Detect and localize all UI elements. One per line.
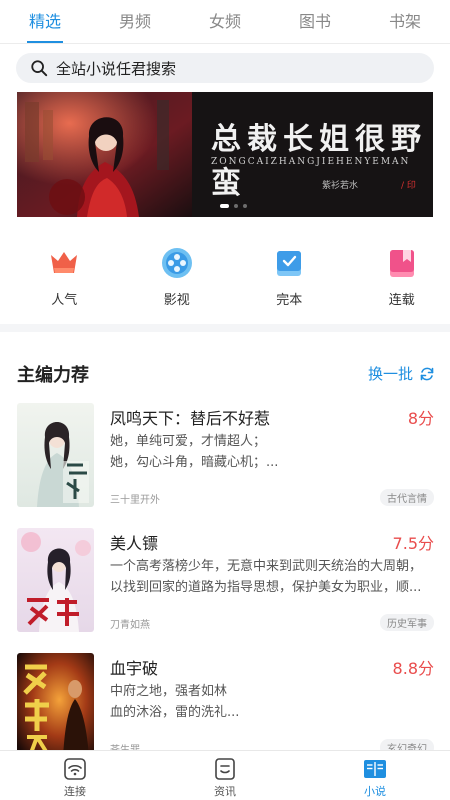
top-tab-bar: 精选 男频 女频 图书 书架 bbox=[0, 0, 450, 44]
check-book-icon bbox=[277, 251, 302, 276]
nav-connect[interactable]: 连接 bbox=[0, 751, 150, 800]
carousel-indicator bbox=[220, 204, 247, 208]
nav-novels[interactable]: 小说 bbox=[300, 751, 450, 800]
tab-featured[interactable]: 精选 bbox=[0, 0, 90, 43]
book-description-line: 血的沐浴，雷的洗礼... bbox=[110, 705, 240, 720]
book-author: 刀青如燕 bbox=[110, 620, 150, 631]
category-completed[interactable]: 完本 bbox=[241, 246, 338, 308]
nav-label: 连接 bbox=[64, 785, 86, 798]
book-score: 8.8分 bbox=[392, 659, 434, 678]
book-title: 血宇破 bbox=[110, 659, 159, 678]
book-title: 美人镖 bbox=[110, 534, 159, 553]
banner-cover-illustration bbox=[17, 92, 192, 217]
wifi-icon bbox=[64, 758, 86, 780]
book-author: 三十里开外 bbox=[110, 495, 160, 506]
category-popular[interactable]: 人气 bbox=[16, 246, 113, 308]
tab-female[interactable]: 女频 bbox=[180, 0, 270, 43]
book-score: 7.5分 bbox=[392, 534, 434, 553]
book-list-item[interactable]: 血宇破 8.8分 中府之地，强者如林 血的沐浴，雷的洗礼... 苍生罪 玄幻奇幻 bbox=[17, 653, 434, 758]
nav-label: 资讯 bbox=[214, 785, 236, 798]
book-cover bbox=[17, 528, 94, 632]
search-icon bbox=[31, 60, 48, 77]
book-list-item[interactable]: 凤鸣天下：替后不好惹 8分 她，单纯可爱，才情超人； 她，勾心斗角，暗藏心机；.… bbox=[17, 403, 434, 508]
refresh-icon bbox=[420, 367, 434, 380]
book-description: 一个高考落榜少年，无意中来到武则天统治的大周朝， 以找到回家的道路为指导思想，保… bbox=[110, 556, 432, 598]
book-cover bbox=[17, 403, 94, 507]
tab-books[interactable]: 图书 bbox=[270, 0, 360, 43]
refresh-batch-button[interactable]: 换一批 bbox=[368, 363, 435, 384]
search-bar[interactable]: 全站小说任君搜索 bbox=[16, 53, 434, 83]
open-book-icon bbox=[364, 760, 386, 778]
book-list-item[interactable]: 美人镖 7.5分 一个高考落榜少年，无意中来到武则天统治的大周朝， 以找到回家的… bbox=[17, 528, 434, 633]
nav-news[interactable]: 资讯 bbox=[150, 751, 300, 800]
tab-male[interactable]: 男频 bbox=[90, 0, 180, 43]
carousel-dot[interactable] bbox=[243, 204, 247, 208]
book-title: 凤鸣天下：替后不好惹 bbox=[110, 409, 271, 428]
nav-label: 小说 bbox=[364, 785, 386, 798]
book-description-line: 中府之地，强者如林 bbox=[110, 684, 228, 699]
promo-banner[interactable]: 总裁长姐很野蛮 ZONGCAIZHANGJIEHENYEMAN 紫衫若水 / 印 bbox=[17, 92, 433, 217]
category-label: 人气 bbox=[51, 293, 78, 308]
search-placeholder: 全站小说任君搜索 bbox=[56, 59, 177, 78]
category-label: 连载 bbox=[388, 293, 415, 308]
bookmark-book-icon bbox=[389, 250, 414, 277]
book-description: 中府之地，强者如林 血的沐浴，雷的洗礼... bbox=[110, 681, 432, 723]
banner-author: 紫衫若水 bbox=[322, 181, 359, 191]
carousel-dot[interactable] bbox=[220, 204, 229, 208]
section-divider bbox=[0, 324, 450, 332]
book-description-line: 她，勾心斗角，暗藏心机；... bbox=[110, 455, 279, 470]
bottom-navigation: 连接 资讯 小说 bbox=[0, 750, 450, 800]
category-film[interactable]: 影视 bbox=[129, 246, 226, 308]
book-genre-tag: 古代言情 bbox=[380, 489, 434, 506]
refresh-label: 换一批 bbox=[368, 365, 414, 383]
film-reel-icon bbox=[161, 248, 192, 278]
carousel-dot[interactable] bbox=[234, 204, 238, 208]
book-description: 她，单纯可爱，才情超人； 她，勾心斗角，暗藏心机；... bbox=[110, 431, 432, 473]
news-icon bbox=[215, 758, 235, 780]
book-description-line: 一个高考落榜少年，无意中来到武则天统治的大周朝， bbox=[110, 559, 423, 574]
banner-pinyin: ZONGCAIZHANGJIEHENYEMAN bbox=[211, 157, 411, 167]
section-title: 主编力荐 bbox=[17, 365, 89, 386]
book-description-line: 她，单纯可爱，才情超人； bbox=[110, 434, 267, 449]
book-genre-tag: 历史军事 bbox=[380, 614, 434, 631]
category-serial[interactable]: 连载 bbox=[354, 246, 450, 308]
category-label: 完本 bbox=[276, 293, 303, 308]
book-cover bbox=[17, 653, 94, 757]
category-shortcuts: 人气 影视 完本 连载 bbox=[0, 246, 450, 308]
book-score: 8分 bbox=[407, 409, 434, 428]
book-description-line: 以找到回家的道路为指导思想，保护美女为职业，顺... bbox=[110, 580, 422, 595]
banner-seal: / 印 bbox=[401, 181, 416, 191]
category-label: 影视 bbox=[163, 293, 190, 308]
crown-icon bbox=[51, 252, 78, 273]
tab-bookshelf[interactable]: 书架 bbox=[360, 0, 450, 43]
